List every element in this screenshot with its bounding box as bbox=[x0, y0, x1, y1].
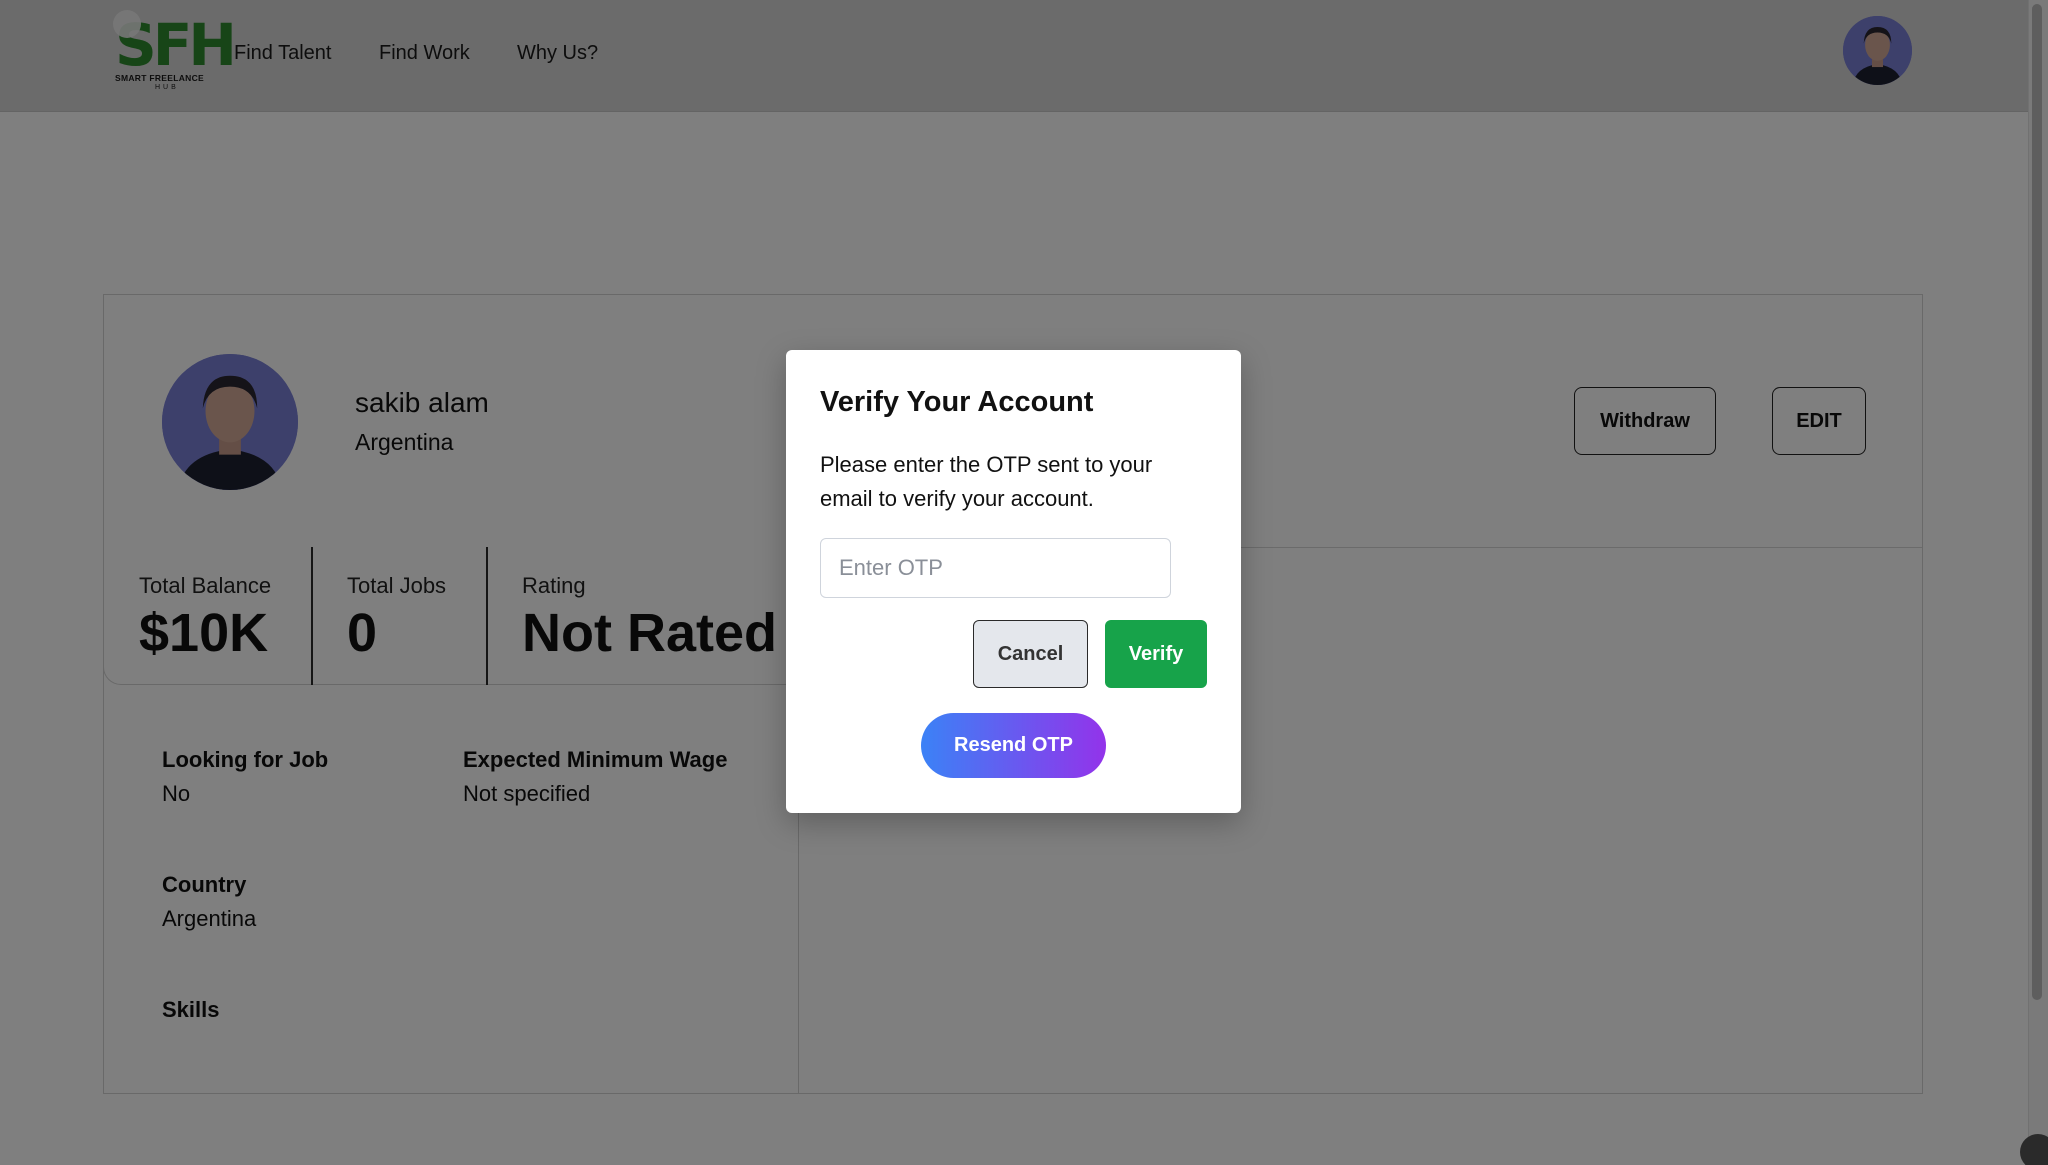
floating-action-button[interactable] bbox=[2020, 1134, 2048, 1165]
otp-input[interactable] bbox=[820, 538, 1171, 598]
modal-title: Verify Your Account bbox=[820, 386, 1094, 418]
cancel-button[interactable]: Cancel bbox=[973, 620, 1088, 688]
verify-button[interactable]: Verify bbox=[1105, 620, 1207, 688]
modal-message: Please enter the OTP sent to your email … bbox=[820, 452, 1153, 511]
resend-otp-button[interactable]: Resend OTP bbox=[921, 713, 1106, 778]
verify-account-modal: Verify Your Account Please enter the OTP… bbox=[786, 350, 1241, 813]
